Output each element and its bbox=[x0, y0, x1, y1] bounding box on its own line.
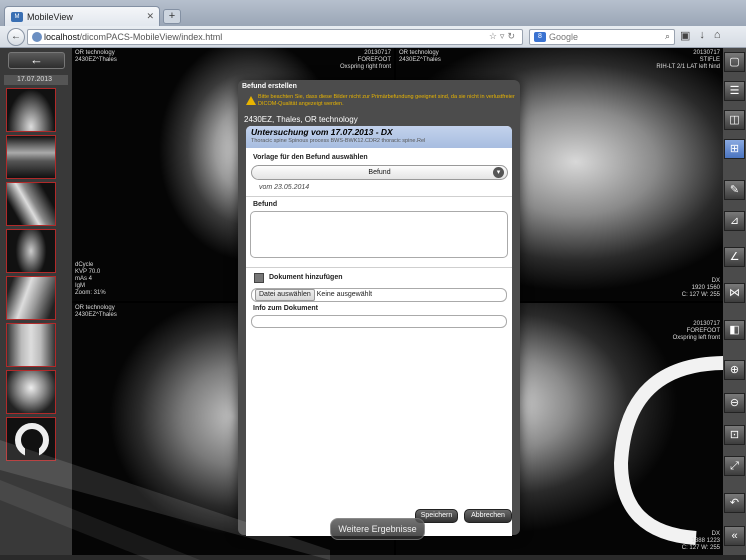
pen-icon[interactable]: ✎ bbox=[724, 180, 745, 200]
warning-icon bbox=[246, 96, 256, 105]
browser-back-button[interactable]: ← bbox=[7, 28, 25, 46]
template-date: vom 23.05.2014 bbox=[259, 184, 310, 191]
thumbnail-3[interactable] bbox=[6, 182, 56, 226]
home-icon[interactable]: ⌂ bbox=[714, 29, 721, 42]
layout-1x1-icon[interactable]: ▢ bbox=[724, 52, 745, 72]
flip-icon[interactable]: ⋈ bbox=[724, 283, 745, 303]
choose-file-button[interactable]: Datei auswählen bbox=[255, 289, 315, 301]
more-results-button[interactable]: Weitere Ergebnisse bbox=[330, 518, 425, 540]
search-icon[interactable]: ⌕ bbox=[665, 31, 670, 42]
dialog-title: Befund erstellen bbox=[242, 83, 297, 90]
study-date: 17.07.2013 bbox=[4, 75, 68, 85]
tab-title: MobileView bbox=[27, 11, 73, 22]
url-path: /dicomPACS-MobileView/index.html bbox=[79, 32, 223, 42]
pane-tr-study: 20130717 STIFLE RIH-LT 2/1 LAT left hind bbox=[656, 50, 720, 70]
divider bbox=[246, 196, 512, 197]
add-document-label: Dokument hinzufügen bbox=[269, 274, 343, 281]
layout-2x2-icon[interactable]: ⊞ bbox=[724, 139, 745, 159]
warning-message: Bitte beachten Sie, dass diese Bilder ni… bbox=[244, 94, 515, 116]
thumbnail-1[interactable] bbox=[6, 88, 56, 132]
pane-tl-params: dCycle KVP 70.0 mAs 4 IgM Zoom: 31% bbox=[75, 262, 106, 296]
layout-1x2-icon[interactable]: ◫ bbox=[724, 110, 745, 130]
chevron-down-icon: ▾ bbox=[493, 167, 504, 178]
search-bar[interactable]: 8 Google ⌕ bbox=[529, 29, 675, 45]
new-tab-button[interactable]: + bbox=[163, 9, 181, 24]
doc-info-label: Info zum Dokument bbox=[253, 305, 318, 312]
zoom-out-icon[interactable]: ⊖ bbox=[724, 393, 745, 413]
fullscreen-icon[interactable]: ⤢ bbox=[724, 456, 745, 476]
file-input[interactable]: Datei auswählen Keine ausgewählt bbox=[251, 288, 507, 302]
study-description: Thoracic spine Spinous process BWS-BWK12… bbox=[251, 138, 426, 144]
measure-icon[interactable]: ⊿ bbox=[724, 211, 745, 231]
pane-bl-patient: OR technology 2430EZ^Thales bbox=[75, 305, 117, 318]
url-host: localhost bbox=[44, 32, 80, 42]
template-select[interactable]: Befund ▾ bbox=[251, 165, 508, 180]
file-status: Keine ausgewählt bbox=[316, 291, 373, 298]
browser-toolbar-icons: ▣ ↓ ⌂ bbox=[680, 29, 721, 42]
url-actions[interactable]: ☆▿↻ bbox=[489, 30, 518, 43]
thumbnail-5[interactable] bbox=[6, 276, 56, 320]
thumbnail-7[interactable] bbox=[6, 370, 56, 414]
pane-tr-patient: OR technology 2430EZ^Thales bbox=[399, 50, 441, 63]
pane-br-window: DX 1388 1223 C: 127 W: 255 bbox=[681, 531, 720, 551]
study-header: Untersuchung vom 17.07.2013 - DX Thoraci… bbox=[246, 126, 512, 148]
cancel-button[interactable]: Abbrechen bbox=[464, 509, 512, 523]
befund-textarea[interactable] bbox=[250, 211, 508, 258]
thumbnail-4[interactable] bbox=[6, 229, 56, 273]
warning-text: Bitte beachten Sie, dass diese Bilder ni… bbox=[258, 94, 515, 107]
pane-tl-patient: OR technology 2430EZ^Thales bbox=[75, 50, 117, 63]
collapse-icon[interactable]: « bbox=[724, 526, 745, 546]
browser-tab-bar: M MobileView ✕ + bbox=[0, 0, 746, 26]
befund-dialog: Befund erstellen Bitte beachten Sie, das… bbox=[238, 80, 520, 536]
bookmarks-icon[interactable]: ▣ bbox=[680, 29, 690, 42]
favicon-icon: M bbox=[11, 11, 23, 22]
thumbnail-8[interactable] bbox=[6, 417, 56, 461]
close-tab-icon[interactable]: ✕ bbox=[146, 11, 154, 22]
invert-icon[interactable]: ◧ bbox=[724, 320, 745, 340]
template-value: Befund bbox=[368, 169, 391, 176]
divider bbox=[246, 267, 512, 268]
thumbnail-6[interactable] bbox=[6, 323, 56, 367]
browser-tab[interactable]: M MobileView ✕ bbox=[4, 6, 160, 26]
layout-2x1-icon[interactable]: ☰ bbox=[724, 81, 745, 101]
search-placeholder: Google bbox=[549, 32, 579, 42]
thumbnail-sidebar: ← 17.07.2013 bbox=[0, 48, 72, 555]
zoom-in-icon[interactable]: ⊕ bbox=[724, 360, 745, 380]
pane-br-study: 20130717 FOREFOOT Oxspring left front bbox=[672, 321, 720, 341]
befund-panel: Untersuchung vom 17.07.2013 - DX Thoraci… bbox=[246, 126, 512, 536]
template-label: Vorlage für den Befund auswählen bbox=[253, 154, 368, 161]
viewer-toolbar: ▢ ☰ ◫ ⊞ ✎ ⊿ ∠ ⋈ ◧ ⊕ ⊖ ⊡ ⤢ ↶ « bbox=[723, 48, 746, 555]
pane-tl-study: 20130717 FOREFOOT Oxspring right front bbox=[339, 50, 391, 70]
patient-name: 2430EZ, Thales, OR technology bbox=[244, 115, 358, 124]
pane-tr-window: DX 1920 1560 C: 127 W: 255 bbox=[681, 278, 720, 298]
fit-icon[interactable]: ⊡ bbox=[724, 425, 745, 445]
angle-icon[interactable]: ∠ bbox=[724, 247, 745, 267]
document-icon bbox=[254, 273, 264, 283]
study-title: Untersuchung vom 17.07.2013 - DX bbox=[251, 127, 393, 137]
download-icon[interactable]: ↓ bbox=[699, 29, 705, 42]
doc-info-input[interactable] bbox=[251, 315, 507, 328]
befund-label: Befund bbox=[253, 201, 278, 208]
browser-nav-bar: ← localhost/dicomPACS-MobileView/index.h… bbox=[0, 26, 746, 48]
horseshoe-thumbnail-icon bbox=[15, 423, 49, 460]
globe-icon bbox=[32, 32, 42, 42]
search-engine-icon[interactable]: 8 bbox=[534, 32, 546, 42]
back-arrow-button[interactable]: ← bbox=[8, 52, 65, 69]
address-bar[interactable]: localhost/dicomPACS-MobileView/index.htm… bbox=[27, 29, 523, 45]
rotate-icon[interactable]: ↶ bbox=[724, 493, 745, 513]
thumbnail-2[interactable] bbox=[6, 135, 56, 179]
